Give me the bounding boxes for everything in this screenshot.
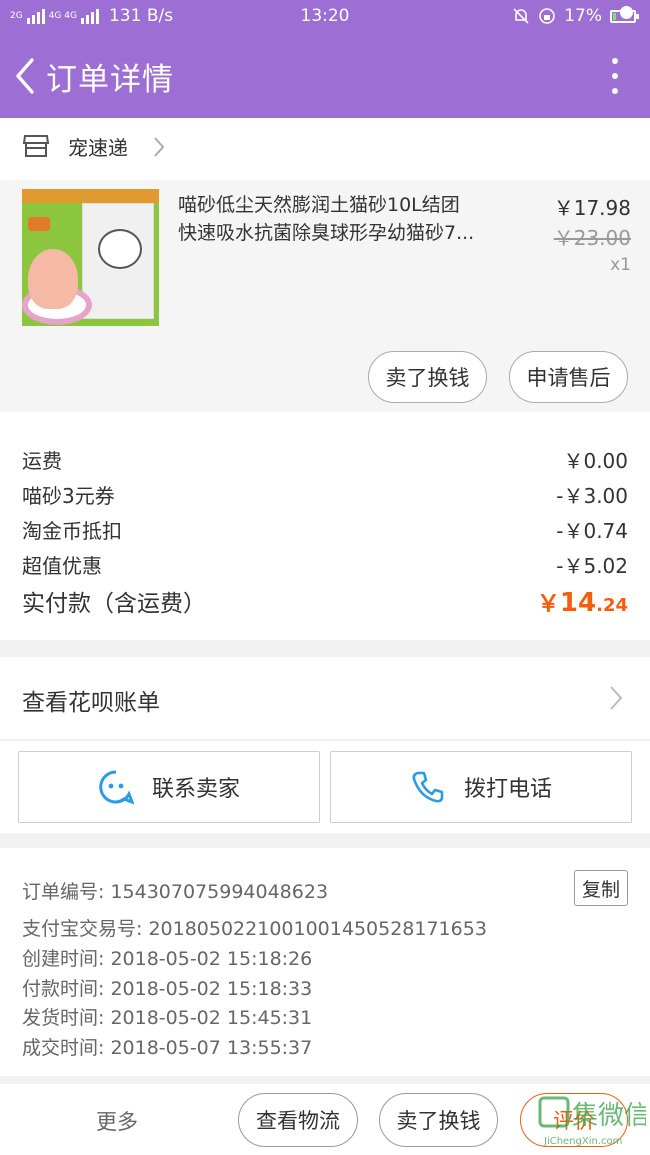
order-info: 订单编号: 154307075994048623 复制 支付宝交易号: 2018…	[0, 848, 650, 1076]
alipay-trade-number: 支付宝交易号: 2018050221001001450528171653	[22, 918, 487, 940]
page-title: 订单详情	[46, 62, 174, 98]
quantity: x1	[610, 255, 631, 275]
product-price: ￥17.98	[553, 196, 631, 220]
cost-label: 淘金币抵扣	[22, 519, 122, 543]
battery-percent: 17%	[564, 6, 602, 26]
watermark-logo: 集微信 JiChengXin.com	[538, 1096, 646, 1147]
notification-dot	[620, 6, 633, 19]
chat-bubble-icon	[99, 770, 134, 805]
created-time: 创建时间: 2018-05-02 15:18:26	[22, 948, 313, 970]
mute-bell-icon	[513, 8, 529, 24]
call-phone-button[interactable]: 拨打电话	[330, 751, 632, 823]
cost-row-coupon: 喵砂3元券 -￥3.00	[22, 480, 628, 509]
cost-breakdown: 运费 ￥0.00 喵砂3元券 -￥3.00 淘金币抵扣 -￥0.74 超值优惠 …	[0, 412, 650, 640]
original-price: ￥23.00	[553, 226, 631, 250]
view-logistics-button[interactable]: 查看物流	[238, 1093, 358, 1147]
completed-time: 成交时间: 2018-05-07 13:55:37	[22, 1037, 313, 1059]
sell-button[interactable]: 卖了换钱	[368, 351, 487, 403]
product-title-line2: 快速吸水抗菌除臭球形孕幼猫砂7...	[178, 222, 475, 244]
order-number: 订单编号: 154307075994048623	[22, 881, 329, 903]
cost-value: -￥0.74	[556, 519, 628, 543]
chevron-right-icon	[610, 686, 623, 710]
cost-row-discount: 超值优惠 -￥5.02	[22, 550, 628, 579]
store-icon	[22, 135, 50, 157]
bottom-action-bar: 更多 查看物流 卖了换钱 评价 集微信 JiChengXin.com	[0, 1084, 650, 1155]
product-card[interactable]: 喵砂低尘天然膨润土猫砂10L结团 快速吸水抗菌除臭球形孕幼猫砂7... ￥17.…	[0, 180, 650, 412]
product-title-line1: 喵砂低尘天然膨润土猫砂10L结团	[178, 194, 460, 216]
phone-icon	[412, 771, 444, 803]
chevron-right-icon	[154, 137, 165, 157]
sell-button-bottom[interactable]: 卖了换钱	[379, 1093, 498, 1147]
status-right: 17%	[512, 6, 639, 26]
cost-label: 喵砂3元券	[22, 484, 115, 508]
total-decimal: .24	[596, 595, 628, 616]
cost-row-shipping: 运费 ￥0.00	[22, 445, 628, 474]
total-amount: ￥14.24	[537, 584, 628, 618]
total-currency: ￥	[536, 591, 560, 617]
contact-seller-button[interactable]: 联系卖家	[18, 751, 320, 823]
rotation-lock-icon	[539, 8, 556, 24]
total-label: 实付款（含运费）	[22, 591, 206, 617]
brand-logo	[28, 217, 50, 231]
huabei-label: 查看花呗账单	[22, 690, 160, 716]
shipped-time: 发货时间: 2018-05-02 15:45:31	[22, 1007, 313, 1029]
total-row: 实付款（含运费） ￥14.24	[22, 584, 628, 618]
cost-row-coins: 淘金币抵扣 -￥0.74	[22, 515, 628, 544]
status-bar: 2G 4G 4G 131 B/s 13:20 17%	[0, 0, 650, 34]
copy-button[interactable]: 复制	[574, 870, 628, 906]
watermark-text: 集微信	[572, 1101, 646, 1131]
contact-section: 联系卖家 拨打电话	[0, 741, 650, 833]
cost-label: 运费	[22, 449, 62, 473]
more-link[interactable]: 更多	[96, 1106, 138, 1136]
watermark-url: JiChengXin.com	[543, 1136, 622, 1147]
back-icon[interactable]	[10, 54, 42, 98]
cat-photo	[28, 249, 78, 309]
shop-name: 宠速递	[68, 136, 128, 160]
app-header: 订单详情	[0, 34, 650, 118]
call-phone-label: 拨打电话	[463, 777, 552, 802]
cost-label: 超值优惠	[22, 554, 102, 578]
product-title[interactable]: 喵砂低尘天然膨润土猫砂10L结团 快速吸水抗菌除臭球形孕幼猫砂7...	[178, 191, 518, 247]
contact-seller-label: 联系卖家	[151, 777, 240, 802]
cost-value: -￥3.00	[556, 484, 628, 508]
shop-row[interactable]: 宠速递	[0, 118, 650, 180]
total-integer: 14	[559, 588, 597, 618]
cost-value: ￥0.00	[563, 449, 628, 473]
after-sale-button[interactable]: 申请售后	[509, 351, 628, 403]
product-image[interactable]	[22, 189, 159, 326]
cost-value: -￥5.02	[556, 554, 628, 578]
paid-time: 付款时间: 2018-05-02 15:18:33	[22, 978, 313, 1000]
more-menu-icon[interactable]	[610, 58, 620, 94]
cat-mascot-icon	[98, 229, 142, 269]
huabei-bill-row[interactable]: 查看花呗账单	[0, 657, 650, 740]
